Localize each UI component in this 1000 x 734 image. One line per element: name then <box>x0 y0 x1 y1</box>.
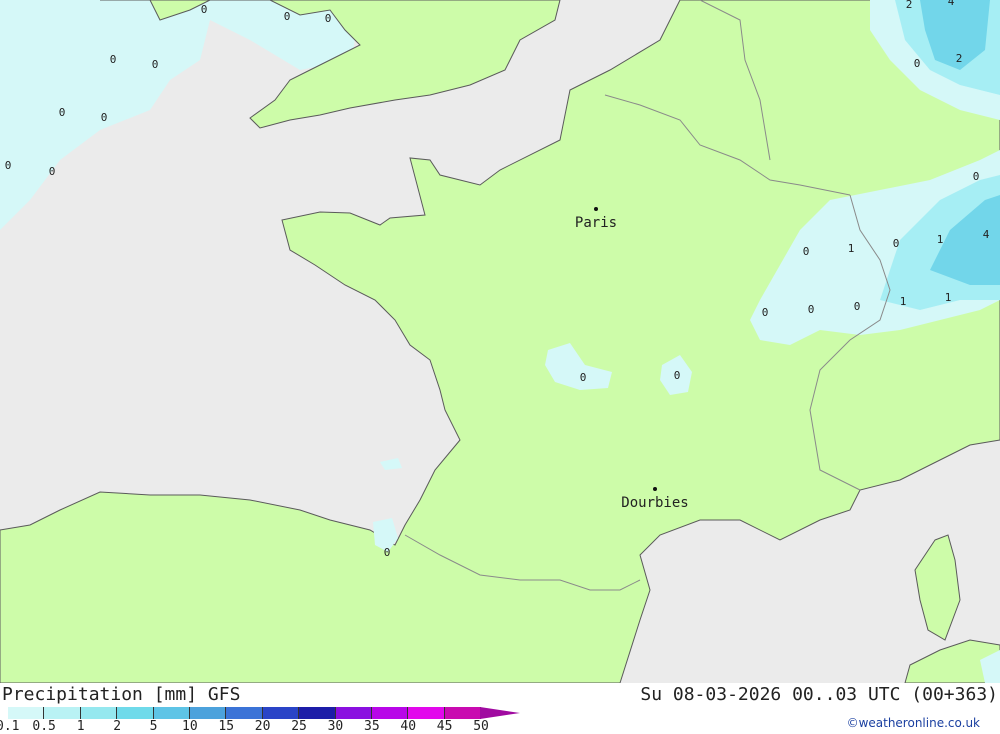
legend-label: 1 <box>76 719 85 734</box>
value-label: 0 <box>101 111 108 124</box>
legend-label: 45 <box>436 719 453 734</box>
value-label: 0 <box>762 306 769 319</box>
value-label: 0 <box>325 12 332 25</box>
legend-swatch <box>44 707 81 719</box>
precipitation-map: 0 0 0 0 0 0 0 0 0 0 2 4 0 2 0 0 1 0 1 4 … <box>0 0 1000 683</box>
map-timestamp: Su 08-03-2026 00..03 UTC (00+363) <box>640 684 998 705</box>
value-label: 1 <box>945 291 952 304</box>
value-label: 0 <box>808 303 815 316</box>
legend-swatch <box>262 707 300 719</box>
color-legend <box>8 707 482 719</box>
value-label: 2 <box>956 52 963 65</box>
city-label: Paris <box>575 215 617 231</box>
legend-swatch <box>117 707 154 719</box>
legend-swatch <box>299 707 336 719</box>
value-label: 0 <box>201 3 208 16</box>
legend-label: 0.1 <box>0 719 20 734</box>
value-label: 0 <box>893 237 900 250</box>
value-label: 0 <box>580 371 587 384</box>
city-label: Dourbies <box>621 495 688 511</box>
value-label: 0 <box>110 53 117 66</box>
legend-label: 0.5 <box>32 719 56 734</box>
legend-label: 35 <box>364 719 380 734</box>
value-label: 1 <box>937 233 944 246</box>
legend-swatch <box>335 707 372 719</box>
value-label: 2 <box>906 0 913 11</box>
value-label: 0 <box>803 245 810 258</box>
legend-swatch <box>153 707 190 719</box>
legend-swatch <box>444 707 482 719</box>
value-label: 1 <box>848 242 855 255</box>
value-label: 4 <box>948 0 955 8</box>
value-label: 0 <box>49 165 56 178</box>
legend-label: 25 <box>291 719 307 734</box>
value-label: 0 <box>973 170 980 183</box>
value-label: 0 <box>284 10 291 23</box>
legend-label: 20 <box>254 719 271 734</box>
city-marker <box>653 487 657 491</box>
legend-labels: 0.10.5125101520253035404550 <box>0 719 520 734</box>
value-label: 0 <box>152 58 159 71</box>
value-label: 4 <box>983 228 990 241</box>
legend-swatch <box>80 707 118 719</box>
legend-label: 2 <box>113 719 122 734</box>
legend-swatch <box>189 707 227 719</box>
value-label: 0 <box>914 57 921 70</box>
map-title: Precipitation [mm] GFS <box>2 684 241 705</box>
legend-swatch <box>371 707 409 719</box>
value-label: 1 <box>900 295 907 308</box>
city-marker <box>594 207 598 211</box>
legend-label: 50 <box>473 719 489 734</box>
legend-label: 10 <box>182 719 198 734</box>
value-label: 0 <box>674 369 681 382</box>
legend-label: 40 <box>400 719 417 734</box>
legend-swatch <box>8 707 45 719</box>
legend-label: 5 <box>149 719 158 734</box>
value-label: 0 <box>854 300 861 313</box>
value-label: 0 <box>384 546 391 559</box>
legend-label: 15 <box>218 719 235 734</box>
value-label: 0 <box>5 159 12 172</box>
credit-link[interactable]: ©weatheronline.co.uk <box>847 716 980 730</box>
legend-swatch <box>226 707 263 719</box>
legend-label: 30 <box>327 719 344 734</box>
value-label: 0 <box>59 106 66 119</box>
legend-arrow <box>480 707 520 719</box>
legend-swatch <box>408 707 445 719</box>
